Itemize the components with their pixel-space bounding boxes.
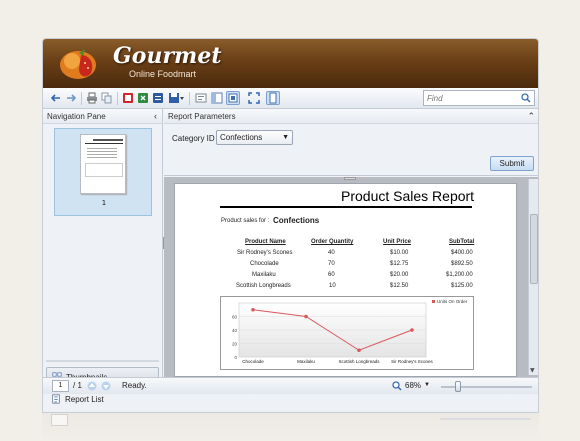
report-viewer: Product Sales Report Product sales for :… bbox=[164, 177, 538, 377]
copy-icon[interactable] bbox=[100, 91, 114, 105]
cell-subtotal: $1,200.00 bbox=[446, 272, 473, 278]
cell-unit-price: $10.00 bbox=[390, 250, 409, 256]
product-sales-for-value: Confections bbox=[273, 216, 320, 225]
cell-order-quantity: 40 bbox=[328, 250, 335, 256]
category-id-select[interactable]: Confections ▼ bbox=[216, 130, 293, 145]
status-text: Ready. bbox=[122, 381, 147, 390]
back-icon[interactable] bbox=[49, 91, 63, 105]
full-screen-icon[interactable] bbox=[247, 91, 261, 105]
legend-label: Units On Order bbox=[437, 299, 468, 304]
y-tick-label: 0 bbox=[234, 355, 237, 360]
scrollbar-thumb[interactable] bbox=[530, 214, 538, 284]
page-thumbnail[interactable]: 1 bbox=[54, 128, 152, 216]
col-header-order-quantity: Order Quantity bbox=[311, 239, 354, 245]
report-parameters-panel: Report Parameters ⌃ Category ID Confecti… bbox=[164, 109, 538, 176]
cell-subtotal: $125.00 bbox=[451, 283, 473, 289]
header-banner: Gourmet Online Foodmart bbox=[43, 39, 538, 88]
report-list-icon bbox=[52, 394, 60, 404]
collapse-up-icon[interactable]: ⌃ bbox=[527, 109, 535, 124]
cell-product-name: Chocolade bbox=[250, 261, 279, 267]
cell-unit-price: $20.00 bbox=[390, 272, 409, 278]
zoom-dropdown-icon[interactable]: ▼ bbox=[424, 382, 430, 388]
col-header-unit-price: Unit Price bbox=[383, 239, 412, 245]
page-down-icon[interactable] bbox=[101, 381, 111, 391]
page-up-icon[interactable] bbox=[87, 381, 97, 391]
brand-tagline: Online Foodmart bbox=[129, 69, 197, 79]
units-on-order-chart: 0 20 40 60 Chocolade Maxilaku Scottish Longbre… bbox=[220, 296, 474, 370]
category-id-label: Category ID bbox=[172, 134, 215, 143]
cell-order-quantity: 60 bbox=[328, 272, 335, 278]
x-tick-label: Scottish Longbreads bbox=[338, 359, 380, 364]
report-parameters-title: Report Parameters bbox=[168, 112, 236, 121]
report-parameters-header: Report Parameters ⌃ bbox=[164, 109, 538, 124]
search-icon[interactable] bbox=[521, 93, 531, 103]
word-icon[interactable] bbox=[151, 91, 165, 105]
thumbnail-page-preview bbox=[80, 134, 126, 194]
title-rule bbox=[220, 206, 472, 208]
navigation-pane: Navigation Pane ‹ 1 Thumbnails bbox=[43, 109, 163, 387]
col-header-subtotal: SubTotal bbox=[449, 239, 475, 245]
cell-order-quantity: 70 bbox=[328, 261, 335, 267]
cell-subtotal: $892.50 bbox=[451, 261, 473, 267]
report-title: Product Sales Report bbox=[341, 188, 475, 204]
line-chart: 0 20 40 60 Chocolade Maxilaku Scottish Longbre… bbox=[232, 299, 468, 364]
tab-report-list-label: Report List bbox=[65, 394, 104, 404]
cell-product-name: Maxilaku bbox=[252, 272, 276, 278]
cell-unit-price: $12.50 bbox=[390, 283, 409, 289]
x-tick-label: Sir Rodney's Scones bbox=[391, 359, 433, 364]
submit-button[interactable]: Submit bbox=[490, 156, 534, 171]
parameters-icon[interactable] bbox=[194, 91, 208, 105]
window-reflection bbox=[42, 413, 539, 441]
product-sales-for-label: Product sales for : bbox=[221, 218, 270, 224]
viewer-splitter-handle[interactable] bbox=[344, 177, 356, 180]
find-input[interactable] bbox=[424, 91, 516, 105]
thumbnail-page-number: 1 bbox=[101, 199, 107, 207]
y-tick-label: 60 bbox=[232, 315, 238, 320]
report-toolbar bbox=[43, 88, 538, 109]
fruit-logo-icon bbox=[60, 49, 96, 79]
y-tick-label: 20 bbox=[232, 342, 238, 347]
navigation-pane-header: Navigation Pane ‹ bbox=[43, 109, 162, 124]
save-icon[interactable] bbox=[167, 91, 185, 105]
zoom-level[interactable]: 68% bbox=[405, 381, 421, 390]
pdf-icon[interactable] bbox=[121, 91, 135, 105]
navigation-pane-title: Navigation Pane bbox=[47, 112, 106, 121]
find-field[interactable] bbox=[423, 90, 535, 106]
data-point bbox=[251, 307, 255, 312]
app-window: Gourmet Online Foodmart Navigation Pane … bbox=[42, 38, 539, 413]
scroll-down-icon[interactable]: ▼ bbox=[530, 367, 535, 374]
data-point bbox=[410, 328, 414, 332]
single-page-icon[interactable] bbox=[266, 91, 280, 105]
status-bar: 1 / 1 Ready. 68% ▼ bbox=[43, 377, 538, 394]
brand-logo: Gourmet bbox=[113, 43, 222, 69]
data-point bbox=[357, 348, 361, 353]
page-count: / 1 bbox=[73, 381, 82, 390]
forward-icon[interactable] bbox=[64, 91, 78, 105]
cell-subtotal: $400.00 bbox=[451, 250, 473, 256]
cell-product-name: Scottish Longbreads bbox=[236, 283, 291, 289]
cell-product-name: Sir Rodney's Scones bbox=[237, 250, 293, 256]
cell-order-quantity: 10 bbox=[329, 283, 336, 289]
category-id-value: Confections bbox=[220, 133, 263, 142]
zoom-slider-thumb[interactable] bbox=[455, 381, 461, 392]
excel-icon[interactable] bbox=[136, 91, 150, 105]
chevron-down-icon: ▼ bbox=[282, 134, 289, 141]
data-point bbox=[304, 314, 308, 319]
collapse-left-icon[interactable]: ‹ bbox=[154, 109, 157, 124]
report-page: Product Sales Report Product sales for :… bbox=[174, 183, 517, 377]
navigation-pane-icon[interactable] bbox=[210, 91, 224, 105]
y-tick-label: 40 bbox=[232, 328, 238, 333]
cell-unit-price: $12.75 bbox=[390, 261, 409, 267]
vertical-scrollbar[interactable]: ▼ bbox=[528, 179, 538, 375]
x-tick-label: Maxilaku bbox=[297, 359, 315, 364]
print-icon[interactable] bbox=[85, 91, 99, 105]
page-number-input[interactable]: 1 bbox=[52, 380, 69, 392]
x-tick-label: Chocolade bbox=[242, 359, 264, 364]
fit-page-icon[interactable] bbox=[226, 91, 240, 105]
legend-swatch bbox=[432, 300, 435, 303]
zoom-icon[interactable] bbox=[392, 381, 402, 391]
col-header-product-name: Product Name bbox=[245, 239, 286, 245]
